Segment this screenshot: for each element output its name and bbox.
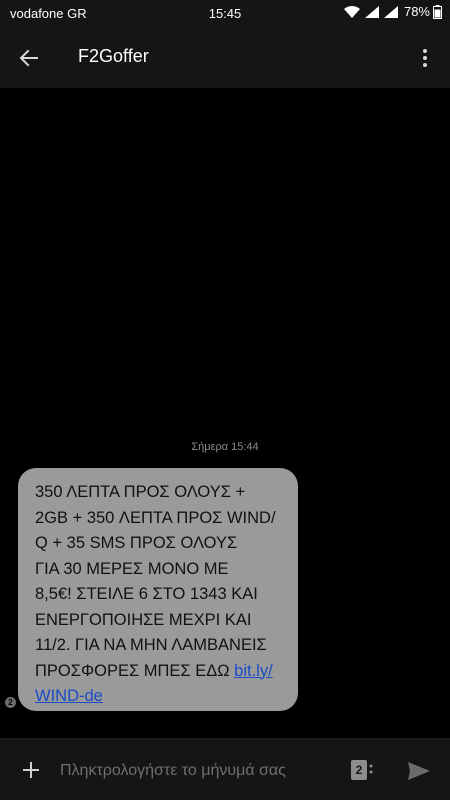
message-timestamp: Σήμερα 15:44	[191, 441, 259, 453]
compose-bar: 2	[0, 738, 450, 800]
conversation-area[interactable]: Σήμερα 15:44 350 ΛΕΠΤΑ ΠΡΟΣ ΟΛΟΥΣ + 2GB …	[0, 88, 450, 738]
send-button[interactable]	[404, 756, 434, 786]
message-line: ΕΝΕΡΓΟΠΟΙΗΣΕ ΜΕΧΡΙ ΚΑΙ	[35, 610, 252, 629]
attach-button[interactable]	[16, 755, 46, 785]
overflow-menu-button[interactable]	[410, 43, 440, 73]
message-text: ΠΡΟΣΦΟΡΕΣ ΜΠΕΣ ΕΔΩ	[35, 661, 235, 680]
overflow-menu-icon	[423, 49, 427, 67]
sim-selector[interactable]: 2	[349, 758, 375, 782]
battery-icon	[433, 4, 442, 19]
status-bar: vodafone GR 15:45 78%	[0, 0, 450, 26]
back-arrow-icon	[19, 49, 38, 67]
plus-icon	[23, 762, 39, 778]
message-line: 11/2. ΓΙΑ ΝΑ ΜΗΝ ΛΑΜΒΑΝΕΙΣ	[35, 636, 267, 654]
app-bar: F2Goffer	[0, 26, 450, 88]
sim-more-icon	[369, 764, 373, 774]
signal-icon	[383, 5, 398, 18]
back-button[interactable]	[14, 43, 44, 73]
signal-icon	[364, 5, 379, 18]
message-link[interactable]: bit.ly/	[234, 662, 273, 680]
send-icon	[408, 762, 430, 780]
conversation-title: F2Goffer	[78, 46, 149, 66]
sim-card-icon: 2	[351, 760, 367, 780]
message-line: Q + 35 SMS ΠΡΟΣ ΟΛΟΥΣ	[35, 534, 238, 552]
message-line: ΓΙΑ 30 ΜΕΡΕΣ ΜΟΝΟ ΜΕ	[35, 559, 229, 578]
message-line: 350 ΛΕΠΤΑ ΠΡΟΣ ΟΛΟΥΣ +	[35, 483, 246, 501]
message-line: ΠΡΟΣΦΟΡΕΣ ΜΠΕΣ ΕΔΩ bit.ly/	[35, 659, 284, 685]
message-line: 8,5€! ΣΤΕΙΛΕ 6 ΣΤΟ 1343 ΚΑΙ	[35, 585, 258, 603]
message-input[interactable]	[60, 757, 340, 785]
message-line: WIND-de	[35, 684, 284, 710]
sim-badge: 2	[5, 697, 16, 708]
battery-percent: 78%	[403, 4, 430, 19]
message-line: 2GB + 350 ΛΕΠΤΑ ΠΡΟΣ WIND/	[35, 508, 276, 527]
message-link[interactable]: WIND-de	[35, 687, 103, 705]
wifi-icon	[343, 5, 360, 18]
status-icons: 78%	[343, 4, 442, 19]
message-bubble[interactable]: 350 ΛΕΠΤΑ ΠΡΟΣ ΟΛΟΥΣ + 2GB + 350 ΛΕΠΤΑ Π…	[18, 468, 298, 711]
